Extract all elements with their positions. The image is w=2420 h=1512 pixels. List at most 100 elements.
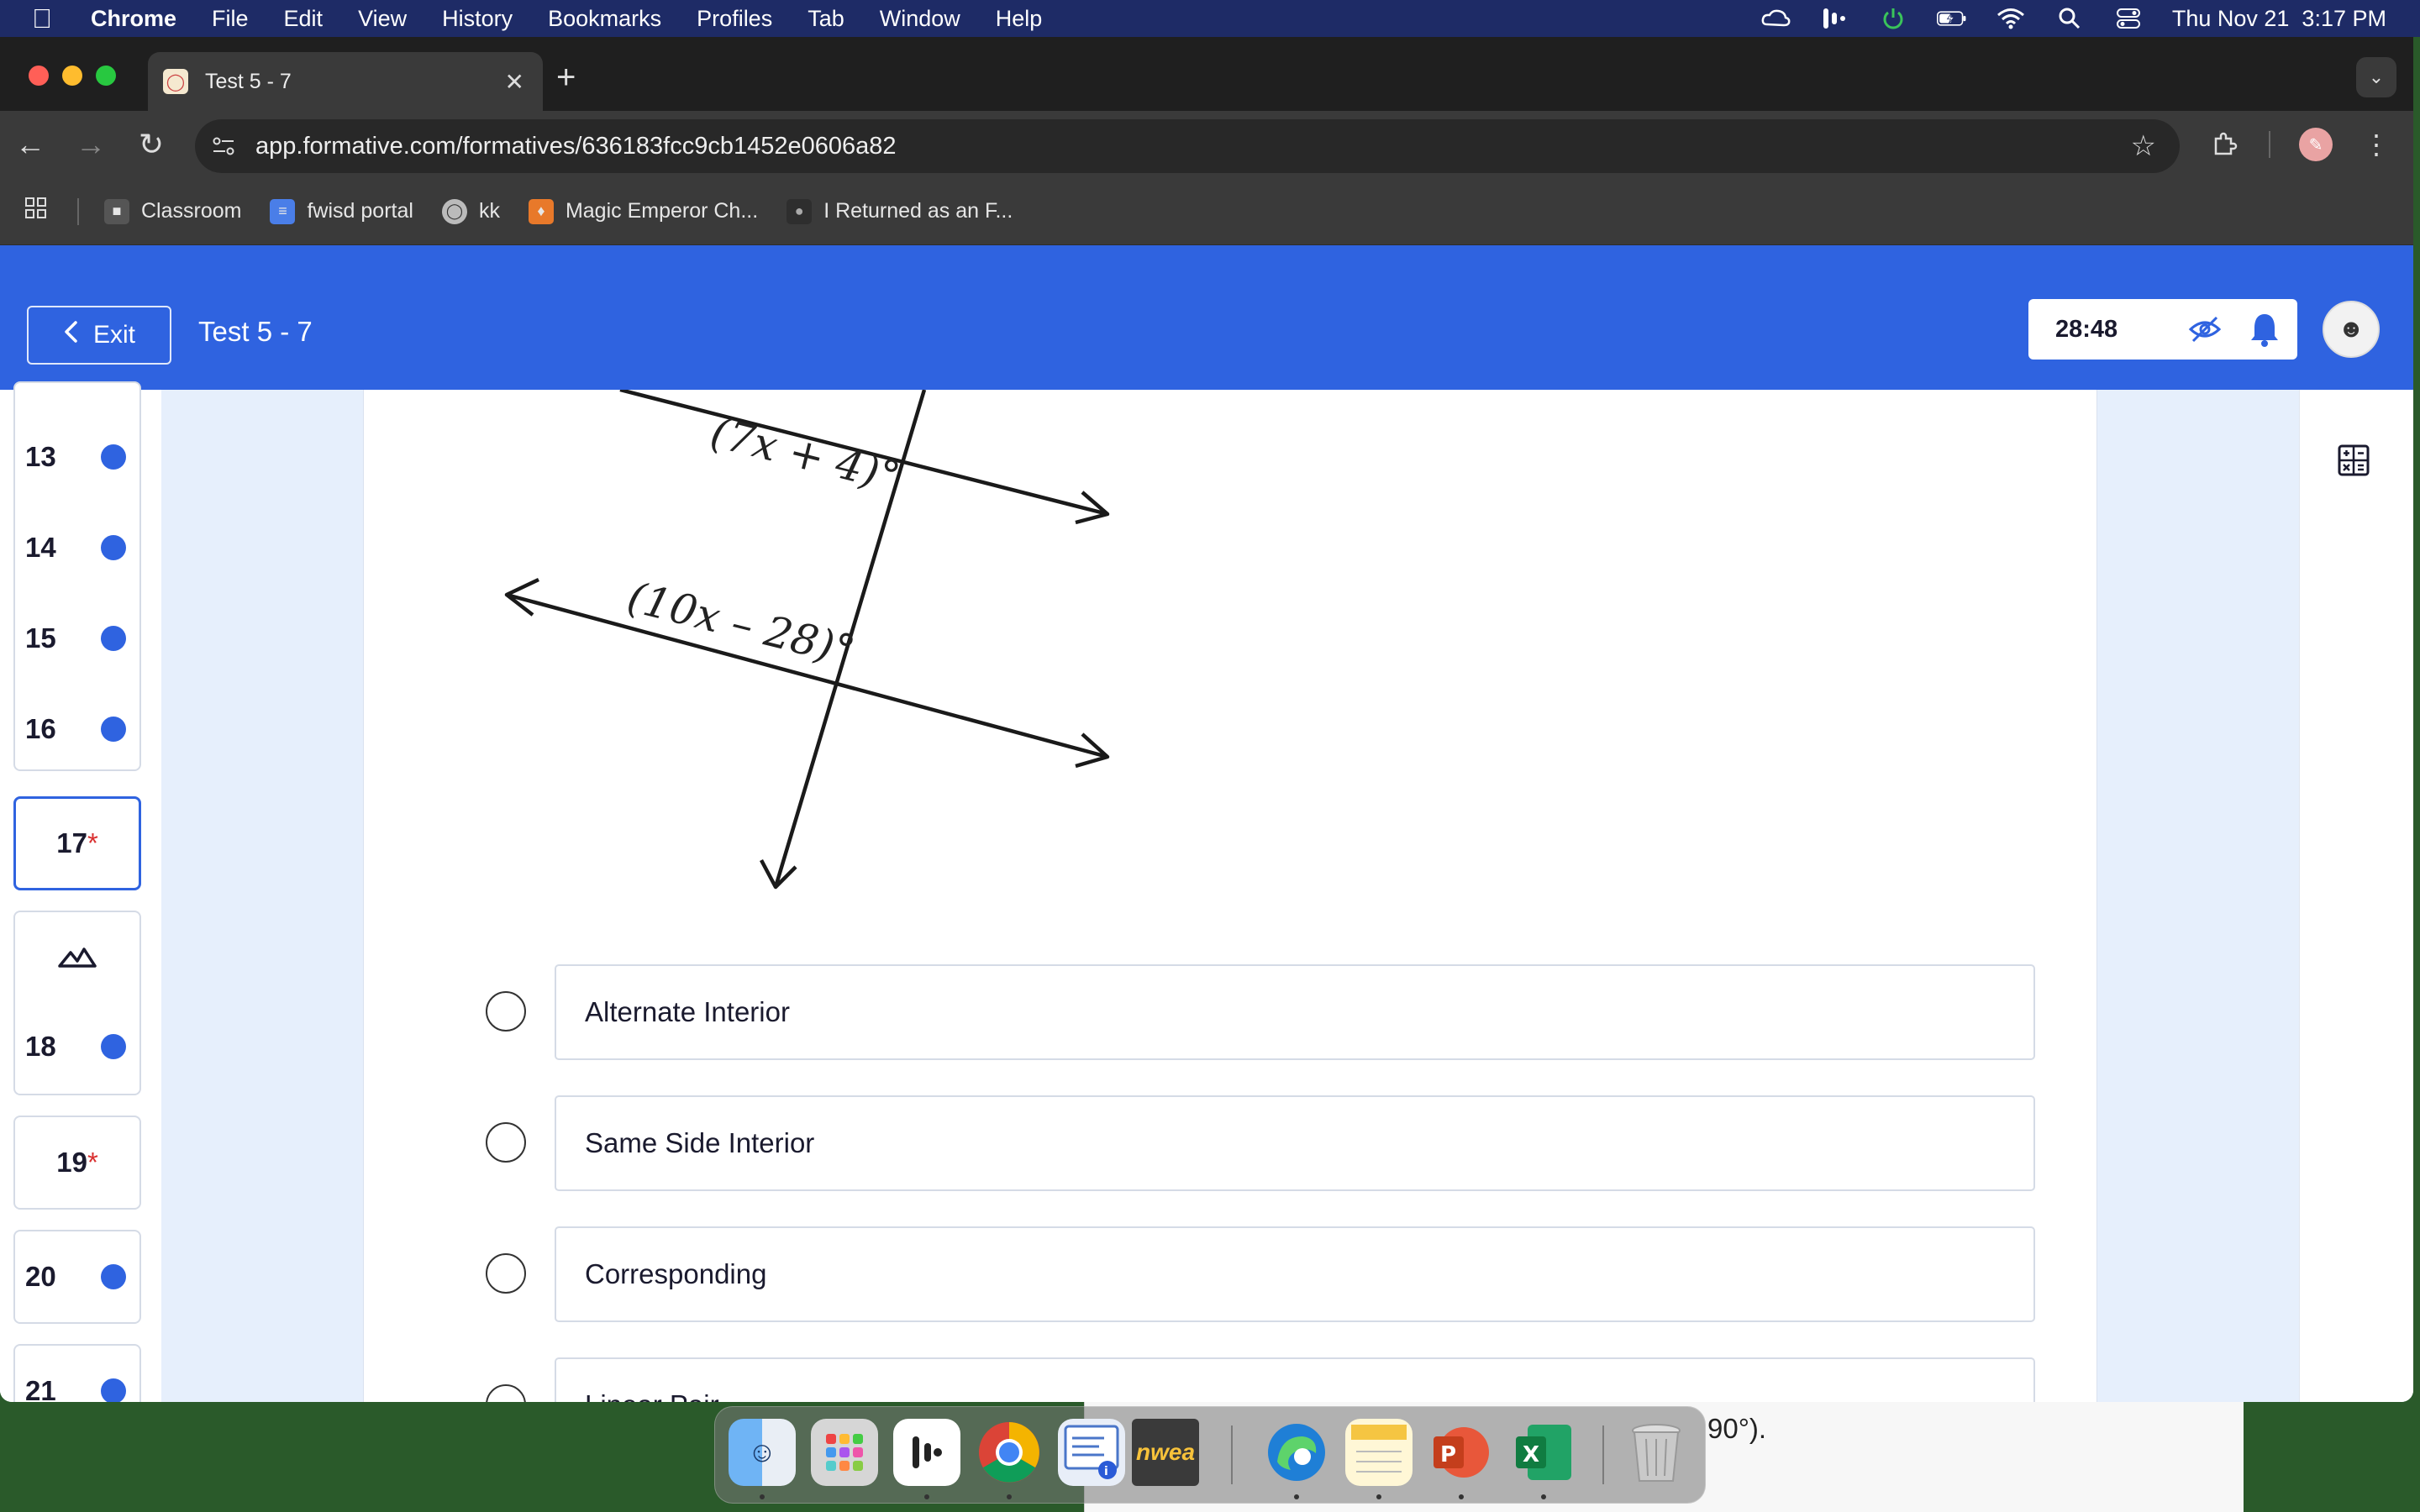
answered-dot bbox=[101, 535, 126, 560]
choice-radio-2[interactable] bbox=[486, 1122, 526, 1163]
running-indicator bbox=[1007, 1494, 1012, 1499]
angle-label-top: (7x + 4)° bbox=[706, 407, 905, 501]
tab-strip: ◯ Test 5 - 7 ✕ + ⌄ bbox=[0, 37, 2413, 111]
menu-view[interactable]: View bbox=[358, 6, 407, 32]
battery-icon[interactable] bbox=[1936, 8, 1967, 29]
menu-edit[interactable]: Edit bbox=[284, 6, 324, 32]
tab-search-chevron-icon[interactable]: ⌄ bbox=[2356, 57, 2396, 97]
menu-window[interactable]: Window bbox=[880, 6, 960, 32]
svg-text:X: X bbox=[1523, 1442, 1539, 1467]
profile-avatar-icon[interactable]: ✎ bbox=[2297, 126, 2334, 163]
bookmark-classroom[interactable]: ■ Classroom bbox=[104, 198, 241, 224]
choice-same-side-interior[interactable]: Same Side Interior bbox=[555, 1095, 2035, 1191]
bookmarks-divider bbox=[77, 197, 79, 225]
menu-bookmarks[interactable]: Bookmarks bbox=[548, 6, 661, 32]
screen-reader-dock-icon[interactable]: i bbox=[1058, 1419, 1125, 1486]
apps-grid-icon[interactable] bbox=[24, 196, 49, 227]
audio-app-dock-icon[interactable] bbox=[893, 1419, 960, 1486]
dock-separator bbox=[1602, 1425, 1604, 1484]
notes-dock-icon[interactable] bbox=[1345, 1419, 1413, 1486]
forward-arrow-icon[interactable]: → bbox=[72, 126, 109, 163]
menu-app-name[interactable]: Chrome bbox=[91, 6, 176, 32]
macos-dock: ☺ i nwea P X bbox=[714, 1406, 1706, 1504]
question-nav-20[interactable]: 20 bbox=[25, 1252, 126, 1302]
svg-text:P: P bbox=[1440, 1442, 1456, 1467]
chrome-dock-icon[interactable] bbox=[976, 1419, 1043, 1486]
timer-widget[interactable]: 28:48 bbox=[2028, 299, 2245, 360]
choice-radio-1[interactable] bbox=[486, 991, 526, 1032]
menu-tab[interactable]: Tab bbox=[808, 6, 844, 32]
bookmark-label: I Returned as an F... bbox=[823, 199, 1013, 223]
question-nav-17-current[interactable]: 17 * bbox=[13, 796, 141, 890]
question-number: 14 bbox=[25, 532, 56, 563]
menu-history[interactable]: History bbox=[442, 6, 513, 32]
control-center-icon[interactable] bbox=[2113, 8, 2144, 29]
minimize-window-button[interactable] bbox=[62, 66, 82, 86]
audio-app-icon[interactable] bbox=[1819, 8, 1849, 29]
bookmarks-bar: ■ Classroom ≡ fwisd portal ◯ kk ♦ Magic … bbox=[0, 178, 2413, 245]
apple-menu-icon[interactable]:  bbox=[32, 3, 57, 34]
reload-icon[interactable]: ↻ bbox=[133, 126, 170, 163]
trash-dock-icon[interactable] bbox=[1623, 1419, 1690, 1486]
running-indicator bbox=[1541, 1494, 1546, 1499]
zoom-window-button[interactable] bbox=[96, 66, 116, 86]
question-nav-15[interactable]: 15 bbox=[25, 613, 126, 664]
bookmark-fwisd-portal[interactable]: ≡ fwisd portal bbox=[270, 198, 413, 224]
toolbar-divider bbox=[2269, 131, 2270, 158]
user-avatar[interactable]: ☻ bbox=[2323, 301, 2380, 358]
menubar-clock[interactable]: Thu Nov 21 3:17 PM bbox=[2172, 6, 2386, 32]
question-nav-14[interactable]: 14 bbox=[25, 522, 126, 573]
eye-slash-icon[interactable] bbox=[2188, 314, 2222, 351]
launchpad-icon[interactable] bbox=[811, 1419, 878, 1486]
svg-text:i: i bbox=[1104, 1465, 1108, 1478]
power-icon[interactable] bbox=[1878, 8, 1908, 29]
menu-help[interactable]: Help bbox=[996, 6, 1043, 32]
background-document-text: 90°). bbox=[1707, 1413, 1767, 1444]
back-arrow-icon[interactable]: ← bbox=[12, 126, 49, 163]
calculator-icon[interactable] bbox=[2337, 444, 2370, 481]
bookmark-kk[interactable]: ◯ kk bbox=[441, 198, 500, 224]
answered-dot bbox=[101, 1264, 126, 1289]
question-nav-13[interactable]: 13 bbox=[25, 432, 126, 482]
choice-linear-pair[interactable]: Linear Pair bbox=[555, 1357, 2035, 1402]
image-content-icon bbox=[57, 944, 97, 974]
dock-separator bbox=[1231, 1425, 1233, 1484]
running-indicator bbox=[924, 1494, 929, 1499]
menu-profiles[interactable]: Profiles bbox=[697, 6, 772, 32]
bookmark-returned-as[interactable]: ● I Returned as an F... bbox=[786, 198, 1013, 224]
browser-toolbar: ← → ↻ app.formative.com/formatives/63618… bbox=[0, 111, 2413, 178]
page-title: Test 5 - 7 bbox=[198, 316, 313, 347]
exit-button[interactable]: Exit bbox=[27, 306, 171, 365]
site-settings-icon[interactable] bbox=[207, 129, 240, 163]
chrome-menu-kebab-icon[interactable]: ⋮ bbox=[2358, 126, 2395, 163]
extensions-puzzle-icon[interactable] bbox=[2207, 126, 2244, 163]
question-nav-16[interactable]: 16 bbox=[25, 704, 126, 754]
question-nav-19[interactable]: 19 * bbox=[13, 1116, 141, 1210]
spotlight-search-icon[interactable] bbox=[2054, 8, 2085, 29]
browser-tab[interactable]: ◯ Test 5 - 7 ✕ bbox=[148, 52, 543, 111]
excel-dock-icon[interactable]: X bbox=[1510, 1419, 1577, 1486]
choice-corresponding[interactable]: Corresponding bbox=[555, 1226, 2035, 1322]
tools-sidebar bbox=[2299, 390, 2413, 1402]
close-window-button[interactable] bbox=[29, 66, 49, 86]
close-tab-icon[interactable]: ✕ bbox=[505, 68, 524, 96]
powerpoint-dock-icon[interactable]: P bbox=[1428, 1419, 1495, 1486]
choice-alternate-interior[interactable]: Alternate Interior bbox=[555, 964, 2035, 1060]
timer-value: 28:48 bbox=[2055, 315, 2118, 343]
notifications-button[interactable] bbox=[2232, 299, 2297, 360]
running-indicator bbox=[760, 1494, 765, 1499]
bookmark-star-icon[interactable]: ☆ bbox=[2131, 129, 2156, 163]
menu-file[interactable]: File bbox=[212, 6, 249, 32]
question-nav-21[interactable]: 21 bbox=[25, 1366, 126, 1402]
url-text[interactable]: app.formative.com/formatives/636183fcc9c… bbox=[255, 133, 897, 160]
finder-icon[interactable]: ☺ bbox=[729, 1419, 796, 1486]
question-nav-18[interactable]: 18 bbox=[25, 1021, 126, 1072]
bookmark-magic-emperor[interactable]: ♦ Magic Emperor Ch... bbox=[528, 198, 758, 224]
address-bar[interactable]: app.formative.com/formatives/636183fcc9c… bbox=[195, 119, 2180, 173]
choice-radio-3[interactable] bbox=[486, 1253, 526, 1294]
wifi-icon[interactable] bbox=[1996, 8, 2026, 29]
creative-cloud-icon[interactable] bbox=[1760, 8, 1791, 29]
nwea-dock-icon[interactable]: nwea bbox=[1132, 1419, 1199, 1486]
edge-dock-icon[interactable] bbox=[1263, 1419, 1330, 1486]
new-tab-icon[interactable]: + bbox=[556, 60, 576, 94]
